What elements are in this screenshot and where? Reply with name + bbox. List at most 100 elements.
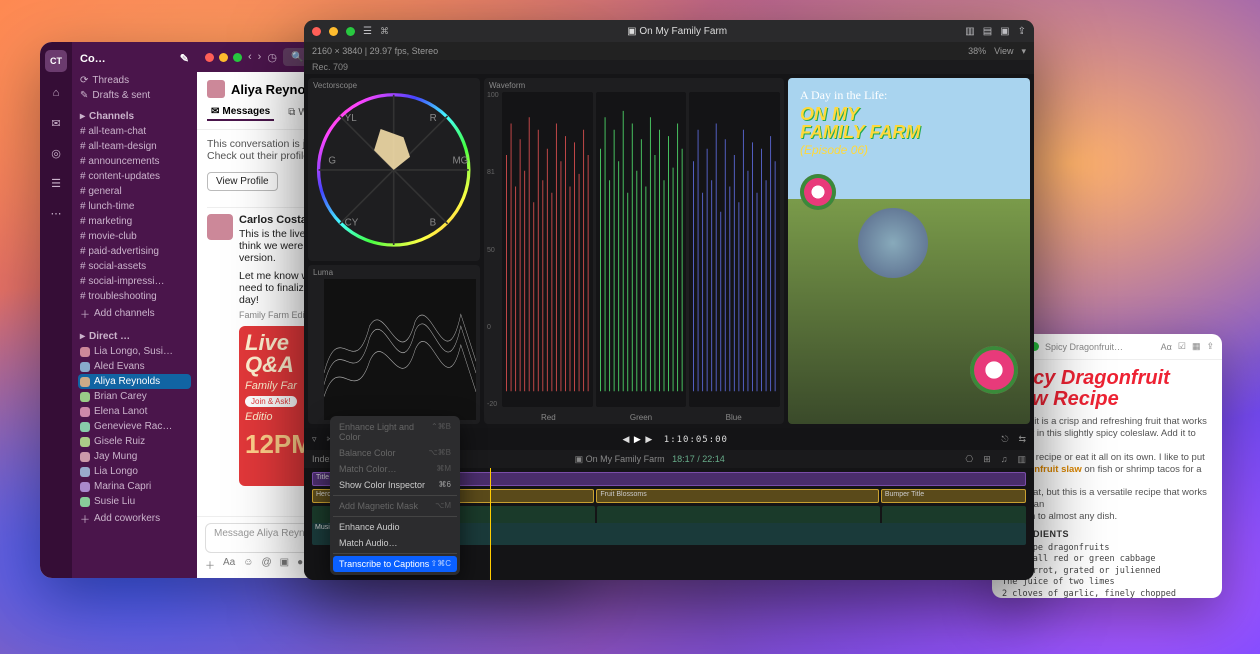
checklist-icon[interactable]: ☑ [1178, 341, 1186, 352]
minimize-icon[interactable] [219, 53, 228, 62]
dm-item[interactable]: Susie Liu [78, 494, 191, 509]
prev-icon[interactable]: ◀ [622, 434, 630, 444]
fcp-info-bar: 2160 × 3840 | 29.97 fps, Stereo 38% View… [304, 42, 1034, 60]
mention-icon[interactable]: @ [261, 557, 271, 572]
more-icon[interactable]: ⋯ [47, 204, 65, 222]
dm-item[interactable]: Aliya Reynolds [78, 374, 191, 389]
dm-item[interactable]: Gisele Ruiz [78, 434, 191, 449]
home-icon[interactable]: ⌂ [47, 84, 65, 102]
add-coworkers[interactable]: ＋ Add coworkers [78, 509, 191, 528]
channel-item[interactable]: # all-team-design [78, 139, 191, 154]
mic-icon[interactable]: ● [297, 557, 303, 572]
fcp-window: ☰ ⌘ ▣ On My Family Farm ▥ ▤ ▣ ⇪ 2160 × 3… [304, 20, 1034, 580]
maximize-icon[interactable] [233, 53, 242, 62]
maximize-icon[interactable] [346, 27, 355, 36]
emoji-icon[interactable]: ☺ [243, 557, 253, 572]
menu-item[interactable]: Show Color Inspector⌘6 [333, 477, 457, 493]
view-profile-button[interactable]: View Profile [207, 172, 278, 191]
layout-icon[interactable]: ▥ [965, 26, 974, 37]
nav-drafts[interactable]: ✎ Drafts & sent [78, 88, 191, 103]
overlay-subtitle: A Day in the Life: [800, 88, 1018, 103]
close-icon[interactable] [205, 53, 214, 62]
channel-item[interactable]: # all-team-chat [78, 124, 191, 139]
next-icon[interactable]: ▶ [645, 434, 653, 444]
timeline-clip[interactable]: Fruit Blossoms [596, 489, 878, 503]
attach-icon[interactable]: ＋ [205, 557, 215, 572]
skimming-icon[interactable]: ⇆ [1018, 434, 1026, 445]
fcp-viewer-area: Vectorscope R MG [304, 74, 1034, 428]
slack-workspace-rail: CT ⌂ ✉ ◎ ☰ ⋯ [40, 42, 72, 578]
timeline-clip[interactable]: Bumper Title [881, 489, 1026, 503]
play-icon[interactable]: ▶ [634, 434, 642, 444]
format-icon[interactable]: Aα [1161, 342, 1172, 352]
minimize-icon[interactable] [329, 27, 338, 36]
zoom-level[interactable]: 38% [968, 46, 986, 56]
timeline-tool-icon[interactable]: ⎔ [965, 454, 973, 465]
menu-item: Match Color…⌘M [333, 461, 457, 477]
channels-header[interactable]: ▸ Channels [78, 109, 191, 124]
svg-text:YL: YL [345, 112, 358, 123]
dm-item[interactable]: Marina Capri [78, 479, 191, 494]
dm-item[interactable]: Lia Longo [78, 464, 191, 479]
view-menu[interactable]: View [994, 46, 1013, 56]
layout-icon[interactable]: ▣ [1000, 26, 1009, 37]
workspace-switcher[interactable]: CT [45, 50, 67, 72]
nav-fwd-icon[interactable]: › [258, 51, 262, 63]
timeline-tool-icon[interactable]: ⊞ [983, 454, 991, 465]
color-profile: Rec. 709 [304, 60, 1034, 74]
history-icon[interactable]: ◷ [267, 51, 277, 64]
dragonfruit-graphic [800, 174, 836, 210]
menu-item: Balance Color⌥⌘B [333, 445, 457, 461]
timeline-tool-icon[interactable]: ♫ [1001, 454, 1008, 464]
scopes-column: Vectorscope R MG [308, 78, 480, 424]
tab-messages[interactable]: ✉ Messages [207, 104, 274, 121]
channel-item[interactable]: # social-impressi… [78, 274, 191, 289]
dm-item[interactable]: Elena Lanot [78, 404, 191, 419]
dm-item[interactable]: Jay Mung [78, 449, 191, 464]
message-author[interactable]: Carlos Costa [239, 214, 307, 226]
playhead[interactable] [490, 468, 491, 580]
menu-item[interactable]: Transcribe to Captions⇧⌘C [333, 556, 457, 572]
add-channels[interactable]: ＋ Add channels [78, 304, 191, 323]
table-icon[interactable]: ▦ [1192, 341, 1201, 352]
fcp-titlebar: ☰ ⌘ ▣ On My Family Farm ▥ ▤ ▣ ⇪ [304, 20, 1034, 42]
channel-item[interactable]: # lunch-time [78, 199, 191, 214]
dm-item[interactable]: Lia Longo, Susi… [78, 344, 191, 359]
menu-item[interactable]: Match Audio… [333, 535, 457, 551]
video-icon[interactable]: ▣ [280, 557, 289, 572]
nav-threads[interactable]: ⟳ Threads [78, 73, 191, 88]
format-icon[interactable]: Aa [223, 557, 235, 572]
channel-item[interactable]: # paid-advertising [78, 244, 191, 259]
share-icon[interactable]: ⇪ [1206, 341, 1214, 352]
workspace-name[interactable]: Co… [80, 53, 106, 65]
close-icon[interactable] [312, 27, 321, 36]
direct-header[interactable]: ▸ Direct … [78, 329, 191, 344]
share-icon[interactable]: ⇪ [1018, 26, 1026, 37]
channel-item[interactable]: # social-assets [78, 259, 191, 274]
library-icon[interactable]: ☰ [363, 26, 372, 37]
activity-icon[interactable]: ◎ [47, 144, 65, 162]
dm-item[interactable]: Aled Evans [78, 359, 191, 374]
menu-item[interactable]: Enhance Audio [333, 519, 457, 535]
compose-icon[interactable]: ✎ [180, 52, 189, 65]
video-preview[interactable]: A Day in the Life: ON MY FAMILY FARM (Ep… [788, 78, 1030, 424]
channel-item[interactable]: # marketing [78, 214, 191, 229]
channel-item[interactable]: # content-updates [78, 169, 191, 184]
bookmarks-icon[interactable]: ☰ [47, 174, 65, 192]
layout-icon[interactable]: ▤ [983, 26, 992, 37]
clip-meta: 2160 × 3840 | 29.97 fps, Stereo [312, 46, 438, 56]
dm-item[interactable]: Genevieve Rac… [78, 419, 191, 434]
dm-item[interactable]: Brian Carey [78, 389, 191, 404]
channel-item[interactable]: # movie-club [78, 229, 191, 244]
dms-icon[interactable]: ✉ [47, 114, 65, 132]
channel-item[interactable]: # general [78, 184, 191, 199]
timeline-tool-icon[interactable]: ▥ [1017, 454, 1026, 465]
context-menu: Enhance Light and Color⌃⌘BBalance Color⌥… [330, 416, 460, 575]
slack-sidebar: Co… ✎ ⟳ Threads ✎ Drafts & sent ▸ Channe… [72, 42, 197, 578]
channel-item[interactable]: # troubleshooting [78, 289, 191, 304]
note-title-tab: Spicy Dragonfruit… [1045, 342, 1155, 352]
tool-arrow-icon[interactable]: ▿ [312, 434, 317, 445]
nav-back-icon[interactable]: ‹ [248, 51, 252, 63]
snap-icon[interactable]: ⎋ [1001, 434, 1008, 445]
channel-item[interactable]: # announcements [78, 154, 191, 169]
